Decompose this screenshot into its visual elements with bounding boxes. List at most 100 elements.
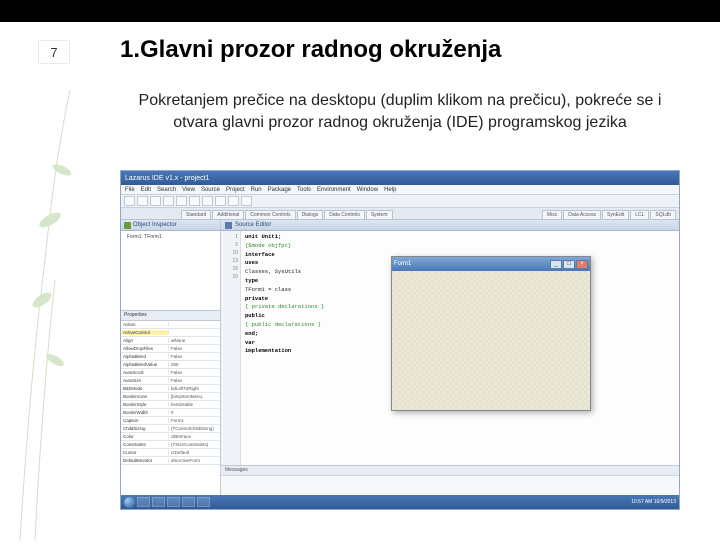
property-name: Align xyxy=(121,338,169,343)
editor-title: Source Editor xyxy=(235,222,271,228)
menu-search[interactable]: Search xyxy=(157,187,176,193)
property-row[interactable]: ActiveControl xyxy=(121,329,220,337)
property-name: Caption xyxy=(121,418,169,423)
property-row[interactable]: BorderWidth0 xyxy=(121,409,220,417)
toolbar-button[interactable] xyxy=(202,196,213,206)
toolbar-button[interactable] xyxy=(163,196,174,206)
property-row[interactable]: CaptionForm1 xyxy=(121,417,220,425)
property-row[interactable]: BorderStylebsSizeable xyxy=(121,401,220,409)
clock-date: 10/9/2013 xyxy=(654,499,676,505)
menu-run[interactable]: Run xyxy=(251,187,262,193)
property-row[interactable]: ColorclBtnFace xyxy=(121,433,220,441)
code-line: private xyxy=(245,295,268,302)
tree-node[interactable]: Form1: TForm1 xyxy=(123,233,218,241)
toolbar-button[interactable] xyxy=(241,196,252,206)
component-tree[interactable]: Form1: TForm1 xyxy=(121,231,220,311)
start-button[interactable] xyxy=(124,497,135,508)
taskbar-item[interactable] xyxy=(167,497,180,507)
property-row[interactable]: AlphaBlendValue255 xyxy=(121,361,220,369)
palette-tab[interactable]: Common Controls xyxy=(245,210,295,219)
minimize-button[interactable]: _ xyxy=(550,260,562,269)
menu-source[interactable]: Source xyxy=(201,187,220,193)
toolbar-button[interactable] xyxy=(189,196,200,206)
property-row[interactable]: CursorcrDefault xyxy=(121,449,220,457)
menu-environment[interactable]: Environment xyxy=(317,187,351,193)
property-value[interactable]: bdLeftToRight xyxy=(169,386,220,391)
property-value[interactable]: 0 xyxy=(169,410,220,415)
palette-tab[interactable]: SQLdb xyxy=(650,210,676,219)
code-line: interface xyxy=(245,251,275,258)
ide-toolbar xyxy=(121,195,679,208)
form-canvas[interactable] xyxy=(392,271,590,410)
palette-tab[interactable]: Misc xyxy=(542,210,562,219)
slide-body-text: Pokretanjem prečice na desktopu (duplim … xyxy=(120,90,680,135)
property-value[interactable]: False xyxy=(169,354,220,359)
property-row[interactable]: AutoSizeFalse xyxy=(121,377,220,385)
property-row[interactable]: AlphaBlendFalse xyxy=(121,353,220,361)
menu-window[interactable]: Window xyxy=(357,187,378,193)
palette-tab[interactable]: Additional xyxy=(212,210,244,219)
property-name: Constraints xyxy=(121,442,169,447)
palette-tab[interactable]: Data Controls xyxy=(324,210,365,219)
menu-file[interactable]: File xyxy=(125,187,135,193)
property-row[interactable]: Action xyxy=(121,321,220,329)
property-value[interactable]: (TSizeConstraints) xyxy=(169,442,220,447)
palette-tab[interactable]: Standard xyxy=(181,210,211,219)
menu-help[interactable]: Help xyxy=(384,187,396,193)
ide-screenshot: Lazarus IDE v1.x - project1 File Edit Se… xyxy=(120,170,680,510)
property-value[interactable]: [biSystemMenu, xyxy=(169,394,220,399)
taskbar-item[interactable] xyxy=(197,497,210,507)
menu-edit[interactable]: Edit xyxy=(141,187,151,193)
property-row[interactable]: AlignalNone xyxy=(121,337,220,345)
property-row[interactable]: Constraints(TSizeConstraints) xyxy=(121,441,220,449)
property-value[interactable]: False xyxy=(169,370,220,375)
property-value[interactable]: False xyxy=(169,378,220,383)
property-value[interactable]: alNone xyxy=(169,338,220,343)
property-row[interactable]: AutoScrollFalse xyxy=(121,369,220,377)
property-row[interactable]: BorderIcons[biSystemMenu, xyxy=(121,393,220,401)
palette-tab[interactable]: SynEdit xyxy=(602,210,629,219)
property-value[interactable]: (TControlChildSizing) xyxy=(169,426,220,431)
property-value[interactable]: bsSizeable xyxy=(169,402,220,407)
property-row[interactable]: ChildSizing(TControlChildSizing) xyxy=(121,425,220,433)
toolbar-button[interactable] xyxy=(124,196,135,206)
code-line: public xyxy=(245,312,265,319)
slide-top-bar xyxy=(0,0,720,22)
maximize-button[interactable]: □ xyxy=(563,260,575,269)
palette-tab[interactable]: Data Access xyxy=(563,210,601,219)
taskbar-left xyxy=(124,497,210,508)
property-row[interactable]: BiDiModebdLeftToRight xyxy=(121,385,220,393)
menu-project[interactable]: Project xyxy=(226,187,245,193)
menu-tools[interactable]: Tools xyxy=(297,187,311,193)
inspector-icon xyxy=(124,222,131,229)
taskbar-clock: 10:57 AM 10/9/2013 xyxy=(631,499,676,505)
taskbar-item[interactable] xyxy=(152,497,165,507)
palette-tab[interactable]: Dialogs xyxy=(297,210,324,219)
toolbar-button[interactable] xyxy=(228,196,239,206)
property-value[interactable]: clBtnFace xyxy=(169,434,220,439)
property-row[interactable]: DefaultMonitordmActiveForm xyxy=(121,457,220,465)
property-value[interactable]: Form1 xyxy=(169,418,220,423)
taskbar-item[interactable] xyxy=(137,497,150,507)
property-row[interactable]: AllowDropFilesFalse xyxy=(121,345,220,353)
palette-tab[interactable]: LCL xyxy=(630,210,649,219)
properties-grid[interactable]: ActionActiveControlAlignalNoneAllowDropF… xyxy=(121,321,220,495)
menu-package[interactable]: Package xyxy=(268,187,291,193)
toolbar-button[interactable] xyxy=(137,196,148,206)
property-value[interactable]: 255 xyxy=(169,362,220,367)
property-value[interactable]: dmActiveForm xyxy=(169,458,220,463)
taskbar-item[interactable] xyxy=(182,497,195,507)
source-editor[interactable]: 1510131520 unit Unit1; {$mode objfpc} in… xyxy=(221,231,679,465)
property-name: BiDiMode xyxy=(121,386,169,391)
property-value[interactable]: False xyxy=(169,346,220,351)
code-line: {$mode objfpc} xyxy=(245,242,291,249)
toolbar-button[interactable] xyxy=(176,196,187,206)
toolbar-button[interactable] xyxy=(150,196,161,206)
property-value[interactable]: crDefault xyxy=(169,450,220,455)
code-line: var xyxy=(245,339,255,346)
close-button[interactable]: × xyxy=(576,260,588,269)
toolbar-button[interactable] xyxy=(215,196,226,206)
menu-view[interactable]: View xyxy=(182,187,195,193)
palette-tab[interactable]: System xyxy=(366,210,393,219)
form-designer[interactable]: Form1 _ □ × xyxy=(391,256,591,411)
